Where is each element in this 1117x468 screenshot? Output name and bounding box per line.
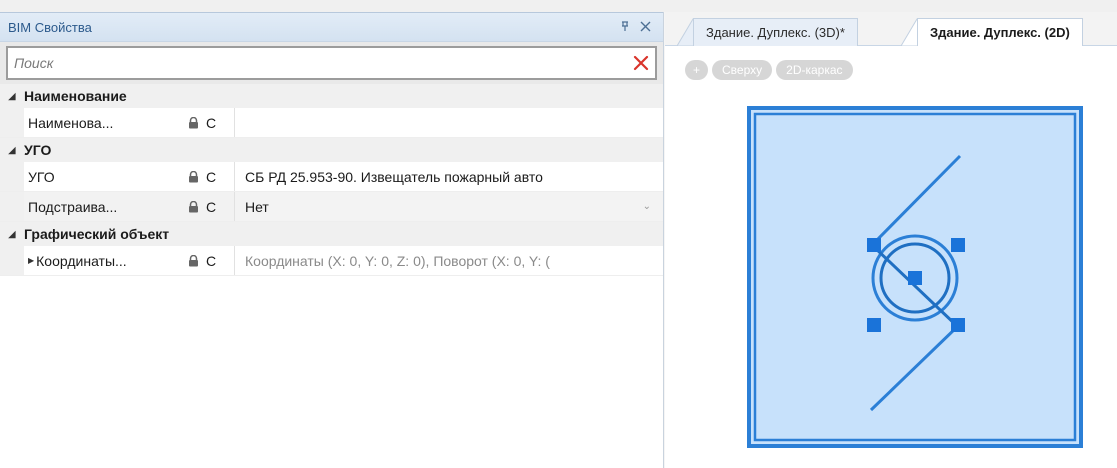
property-grid: ◢ Наименование Наименова... С ◢ УГО УГО С СБ РД … <box>0 84 663 276</box>
row-gutter <box>0 108 24 137</box>
group-label: УГО <box>24 142 52 158</box>
property-name-text: Координаты... <box>36 252 127 269</box>
grip-handle[interactable] <box>867 238 881 252</box>
tab-3d-label: Здание. Дуплекс. (3D)* <box>706 25 845 40</box>
search-area <box>0 42 663 84</box>
visual-style-button[interactable]: 2D-каркас <box>776 60 853 80</box>
property-name: ▶ Координаты... <box>24 253 182 269</box>
group-label: Наименование <box>24 88 127 104</box>
group-header[interactable]: ◢ Наименование <box>0 84 663 108</box>
property-flag: С <box>206 252 217 269</box>
close-icon[interactable] <box>635 19 655 35</box>
property-row[interactable]: ▶ Координаты... С Координаты (X: 0, Y: 0, Z… <box>0 246 663 276</box>
property-flag: С <box>206 198 217 215</box>
bim-properties-panel: BIM Свойства ◢НаименованиеНаименова...С◢… <box>0 12 664 468</box>
row-gutter <box>0 192 24 221</box>
collapse-triangle-icon[interactable]: ◢ <box>0 229 24 240</box>
search-input[interactable] <box>14 55 627 71</box>
lock-icon <box>182 254 204 267</box>
view-direction-button[interactable]: Сверху <box>712 60 773 80</box>
collapse-triangle-icon[interactable]: ◢ <box>0 145 24 156</box>
expand-arrow-icon[interactable]: ▶ <box>28 256 34 265</box>
property-value[interactable]: Нет ⌄ <box>234 192 663 221</box>
row-gutter <box>0 162 24 191</box>
tab-3d[interactable]: Здание. Дуплекс. (3D)* <box>693 18 858 46</box>
property-row[interactable]: УГО С СБ РД 25.953-90. Извещатель пожарный… <box>0 162 663 192</box>
property-value-text: СБ РД 25.953-90. Извещатель пожарный авт… <box>245 168 543 185</box>
property-value[interactable]: СБ РД 25.953-90. Извещатель пожарный авт… <box>234 162 663 191</box>
property-row[interactable]: Наименова... С <box>0 108 663 138</box>
property-flag: С <box>206 114 217 131</box>
drawing-canvas[interactable] <box>745 104 1085 454</box>
clear-search-icon[interactable] <box>627 49 655 77</box>
search-box <box>6 46 657 80</box>
lock-icon <box>182 200 204 213</box>
panel-title: BIM Свойства <box>8 19 92 35</box>
collapse-triangle-icon[interactable]: ◢ <box>0 91 24 102</box>
property-value-text: Нет <box>245 198 269 215</box>
group-label: Графический объект <box>24 226 170 242</box>
property-value-text: Координаты (X: 0, Y: 0, Z: 0), Поворот (… <box>245 252 550 269</box>
property-name-text: УГО <box>28 168 55 185</box>
panel-header: BIM Свойства <box>0 12 663 42</box>
viewport-area: Здание. Дуплекс. (3D)* Здание. Дуплекс. … <box>665 12 1117 468</box>
tab-2d[interactable]: Здание. Дуплекс. (2D) <box>917 18 1083 46</box>
property-name: Наименова... <box>24 115 182 131</box>
property-value[interactable]: Координаты (X: 0, Y: 0, Z: 0), Поворот (… <box>234 246 663 275</box>
lock-icon <box>182 170 204 183</box>
property-row[interactable]: Подстраива... С Нет ⌄ <box>0 192 663 222</box>
chevron-down-icon[interactable]: ⌄ <box>643 201 651 212</box>
pin-icon[interactable] <box>615 19 635 35</box>
top-strip <box>0 0 1117 12</box>
row-gutter <box>0 246 24 275</box>
group-header[interactable]: ◢ УГО <box>0 138 663 162</box>
add-view-button[interactable]: + <box>685 60 709 80</box>
property-flag: С <box>206 168 217 185</box>
group-header[interactable]: ◢ Графический объект <box>0 222 663 246</box>
property-name-text: Подстраива... <box>28 198 118 215</box>
grip-handle[interactable] <box>951 238 965 252</box>
property-name: Подстраива... <box>24 199 182 215</box>
lock-icon <box>182 116 204 129</box>
view-toolbar: + Сверху 2D-каркас <box>685 60 853 80</box>
property-name: УГО <box>24 169 182 185</box>
property-value[interactable] <box>234 108 663 137</box>
property-name-text: Наименова... <box>28 114 114 131</box>
grip-handle[interactable] <box>867 318 881 332</box>
tab-2d-label: Здание. Дуплекс. (2D) <box>930 25 1070 40</box>
document-tabbar: Здание. Дуплекс. (3D)* Здание. Дуплекс. … <box>665 12 1117 46</box>
grip-handle[interactable] <box>951 318 965 332</box>
grip-handle[interactable] <box>908 271 922 285</box>
